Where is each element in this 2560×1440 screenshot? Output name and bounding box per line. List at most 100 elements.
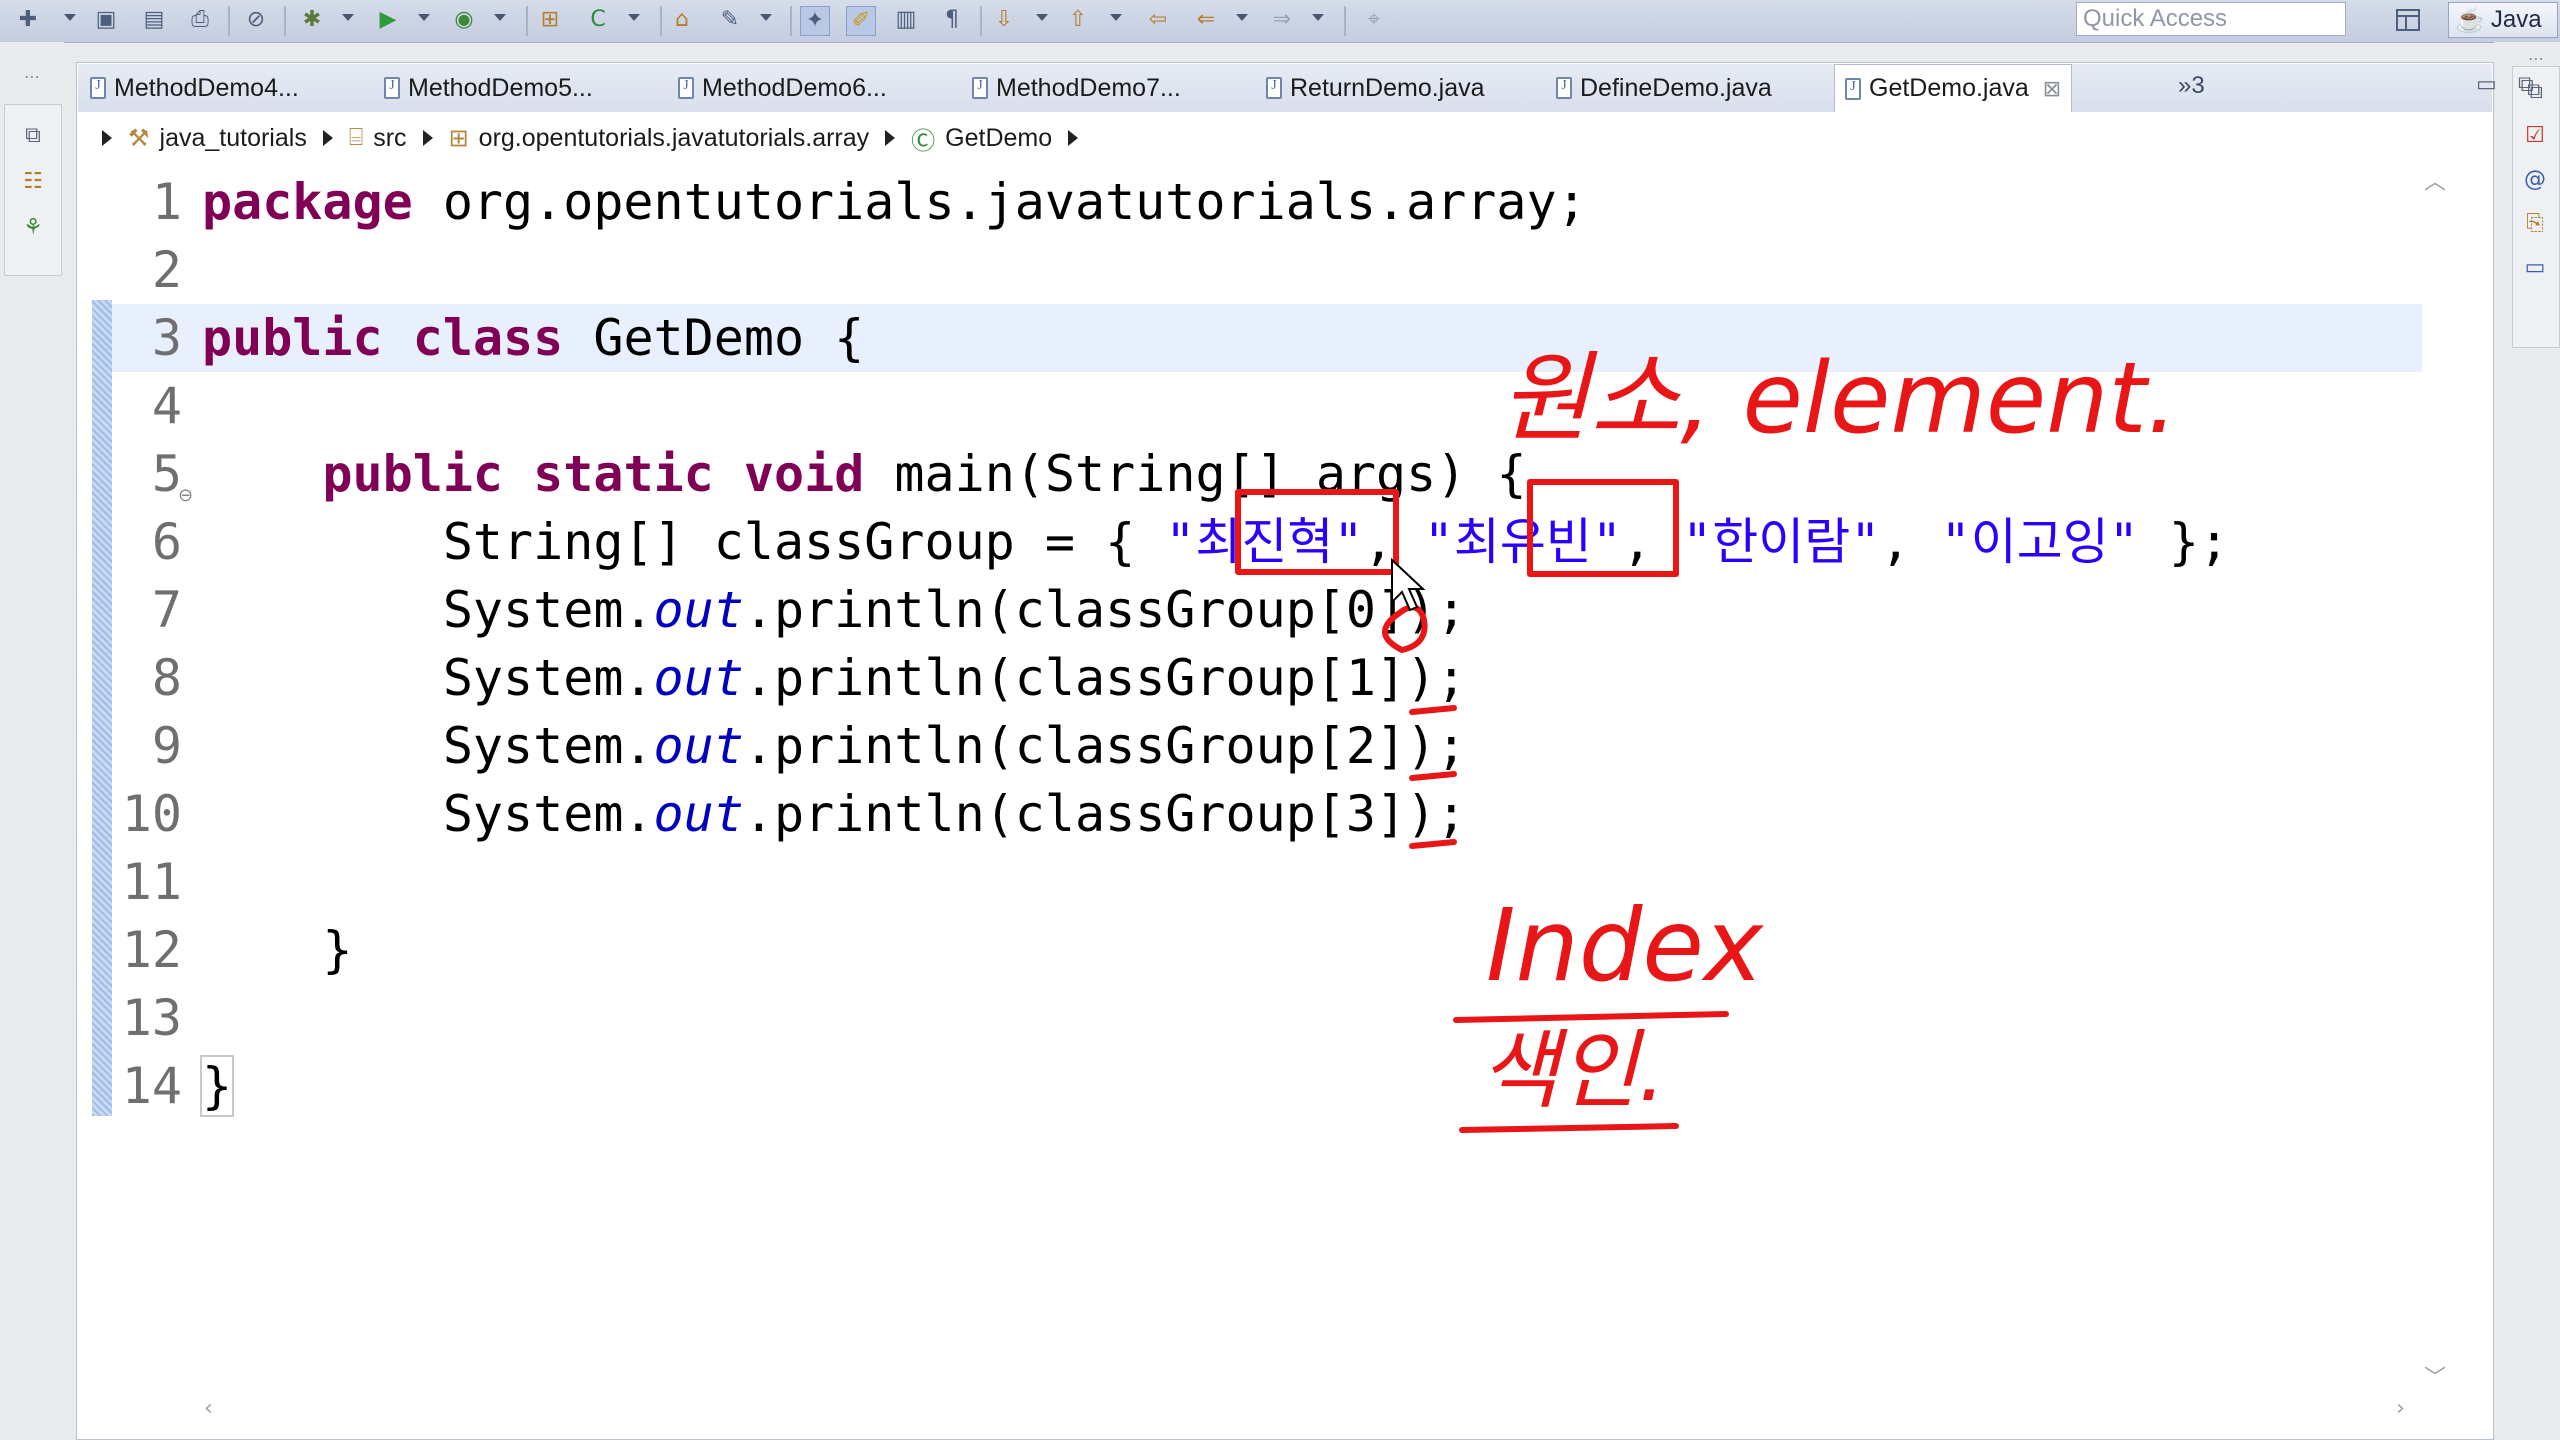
forward-dropdown-icon[interactable] [1312,14,1324,21]
java-perspective-button[interactable]: ☕ Java [2448,2,2558,38]
toggle-mark-occurrences-icon[interactable]: ✦ [800,6,830,36]
drag-handle-icon[interactable]: ⋯ [18,62,46,90]
skip-breakpoints-icon[interactable]: ⊘ [242,6,270,34]
maximize-icon[interactable]: ⧉ [2518,72,2534,97]
breadcrumb-item-class[interactable]: GetDemo [945,124,1052,153]
tab-methoddemo7[interactable]: J MethodDemo7... [972,64,1181,112]
line-number: 1 [151,173,182,231]
search-dropdown-icon[interactable] [760,14,772,21]
next-annotation-icon[interactable]: ⇩ [990,6,1018,34]
keyword: class [412,309,564,367]
horizontal-scrollbar[interactable]: ‹ › [112,1396,2422,1424]
tab-methoddemo4[interactable]: J MethodDemo4... [90,64,299,112]
javadoc-icon[interactable]: @ [2521,165,2549,193]
breadcrumb-arrow-icon[interactable] [422,130,433,146]
code-text: }; [2138,513,2230,571]
run-coverage-icon[interactable]: ◉ [450,6,478,34]
java-file-icon: J [678,77,694,99]
console-icon[interactable]: ▭ [2521,253,2549,281]
package-explorer-icon[interactable]: ☷ [19,167,47,195]
tab-definedemo[interactable]: J DefineDemo.java [1556,64,1772,112]
back-dropdown-icon[interactable] [1236,14,1248,21]
code-line: 2 [112,236,2422,304]
show-whitespace-icon[interactable]: ¶ [938,6,966,34]
tab-label: MethodDemo4... [114,73,299,102]
more-tabs-button[interactable]: »3 [2178,72,2205,100]
quick-access-input[interactable]: Quick Access [2076,2,2346,36]
breadcrumb-arrow-icon[interactable] [102,130,112,146]
toolbar-separator [660,6,662,36]
vertical-scrollbar[interactable]: ︿ ﹀ [2422,164,2446,1391]
previous-annotation-icon[interactable]: ⇧ [1064,6,1092,34]
breadcrumb-arrow-icon[interactable] [322,130,333,146]
next-annotation-dropdown-icon[interactable] [1036,14,1048,21]
breadcrumb-item-src[interactable]: src [373,124,406,153]
breadcrumb-item-package[interactable]: org.opentutorials.javatutorials.array [479,124,869,153]
code-text: } [199,1055,235,1117]
scroll-right-icon[interactable]: › [2396,1396,2405,1421]
forward-icon[interactable]: ⇒ [1268,6,1296,34]
keyword: public [322,445,504,503]
new-package-icon[interactable]: ⊞ [536,6,564,34]
keyword: public [202,309,383,367]
tab-methoddemo6[interactable]: J MethodDemo6... [678,64,887,112]
breadcrumb-arrow-icon[interactable] [1068,130,1079,146]
editor-tab-bar: J MethodDemo4... J MethodDemo5... J Meth… [78,64,2534,113]
array-index: 2 [1345,717,1377,775]
code-text: ]); [1376,649,1467,707]
minimize-icon[interactable]: ▭ [2476,72,2497,97]
debug-dropdown-icon[interactable] [342,14,354,21]
new-class-dropdown-icon[interactable] [628,14,640,21]
code-text: } [202,921,353,979]
tab-returndemo[interactable]: J ReturnDemo.java [1266,64,1485,112]
java-file-icon: J [1266,77,1282,99]
string-literal: "한이람" [1682,513,1881,571]
toolbar-separator [284,6,286,36]
restore-icon[interactable]: ⧉ [19,121,47,149]
close-tab-icon[interactable]: ⊠ [2043,76,2061,102]
back-icon[interactable]: ⇐ [1192,6,1220,34]
new-dropdown-icon[interactable] [64,14,76,21]
print-icon[interactable]: ⎙ [186,6,214,34]
minimized-views-panel: ⧉ ☑ @ ⎘ ▭ [2512,66,2560,348]
package-icon: ⊞ [448,124,469,152]
save-all-icon[interactable]: ▤ [140,6,168,34]
type-hierarchy-icon[interactable]: ⚘ [19,213,47,241]
declaration-icon[interactable]: ⎘ [2521,209,2549,237]
line-number: 3 [151,309,182,367]
code-editor[interactable]: 1 package org.opentutorials.javatutorials… [112,164,2422,1384]
previous-annotation-dropdown-icon[interactable] [1110,14,1122,21]
open-type-icon[interactable]: ⌂ [668,6,696,34]
search-icon[interactable]: ✎ [716,6,744,34]
breadcrumb-item-project[interactable]: java_tutorials [160,124,307,153]
debug-icon[interactable]: ✱ [298,6,326,34]
toggle-highlight-icon[interactable]: ✐ [846,6,876,36]
tab-methoddemo5[interactable]: J MethodDemo5... [384,64,593,112]
pin-editor-icon[interactable]: ⌖ [1360,6,1388,34]
quick-diff-ruler [92,300,112,1116]
line-number: 9 [151,717,182,775]
block-selection-icon[interactable]: ▥ [892,6,920,34]
scroll-up-icon[interactable]: ︿ [2424,164,2446,196]
breadcrumb-arrow-icon[interactable] [885,130,896,146]
tab-getdemo[interactable]: J GetDemo.java ⊠ [1834,64,2073,112]
code-text: System. [202,649,654,707]
code-line: 7 System.out.println(classGroup[0]); [112,576,2422,644]
run-dropdown-icon[interactable] [418,14,430,21]
last-edit-icon[interactable]: ⇦ [1144,6,1172,34]
java-file-icon: J [972,77,988,99]
new-icon[interactable]: ✚ [14,6,42,34]
code-text: , [1621,513,1683,571]
coverage-dropdown-icon[interactable] [494,14,506,21]
new-class-icon[interactable]: C [584,6,612,34]
scroll-left-icon[interactable]: ‹ [204,1396,213,1421]
open-perspective-icon[interactable] [2394,4,2424,36]
code-line: 6 String[] classGroup = { "최진혁", "최유빈", … [112,508,2422,576]
static-field: out [653,581,744,639]
save-icon[interactable]: ▣ [92,6,120,34]
scroll-down-icon[interactable]: ﹀ [2424,1360,2446,1392]
task-list-icon[interactable]: ☑ [2521,121,2549,149]
project-icon: ⚒ [128,124,150,152]
run-icon[interactable]: ▶ [374,6,402,34]
keyword: static [533,445,714,503]
